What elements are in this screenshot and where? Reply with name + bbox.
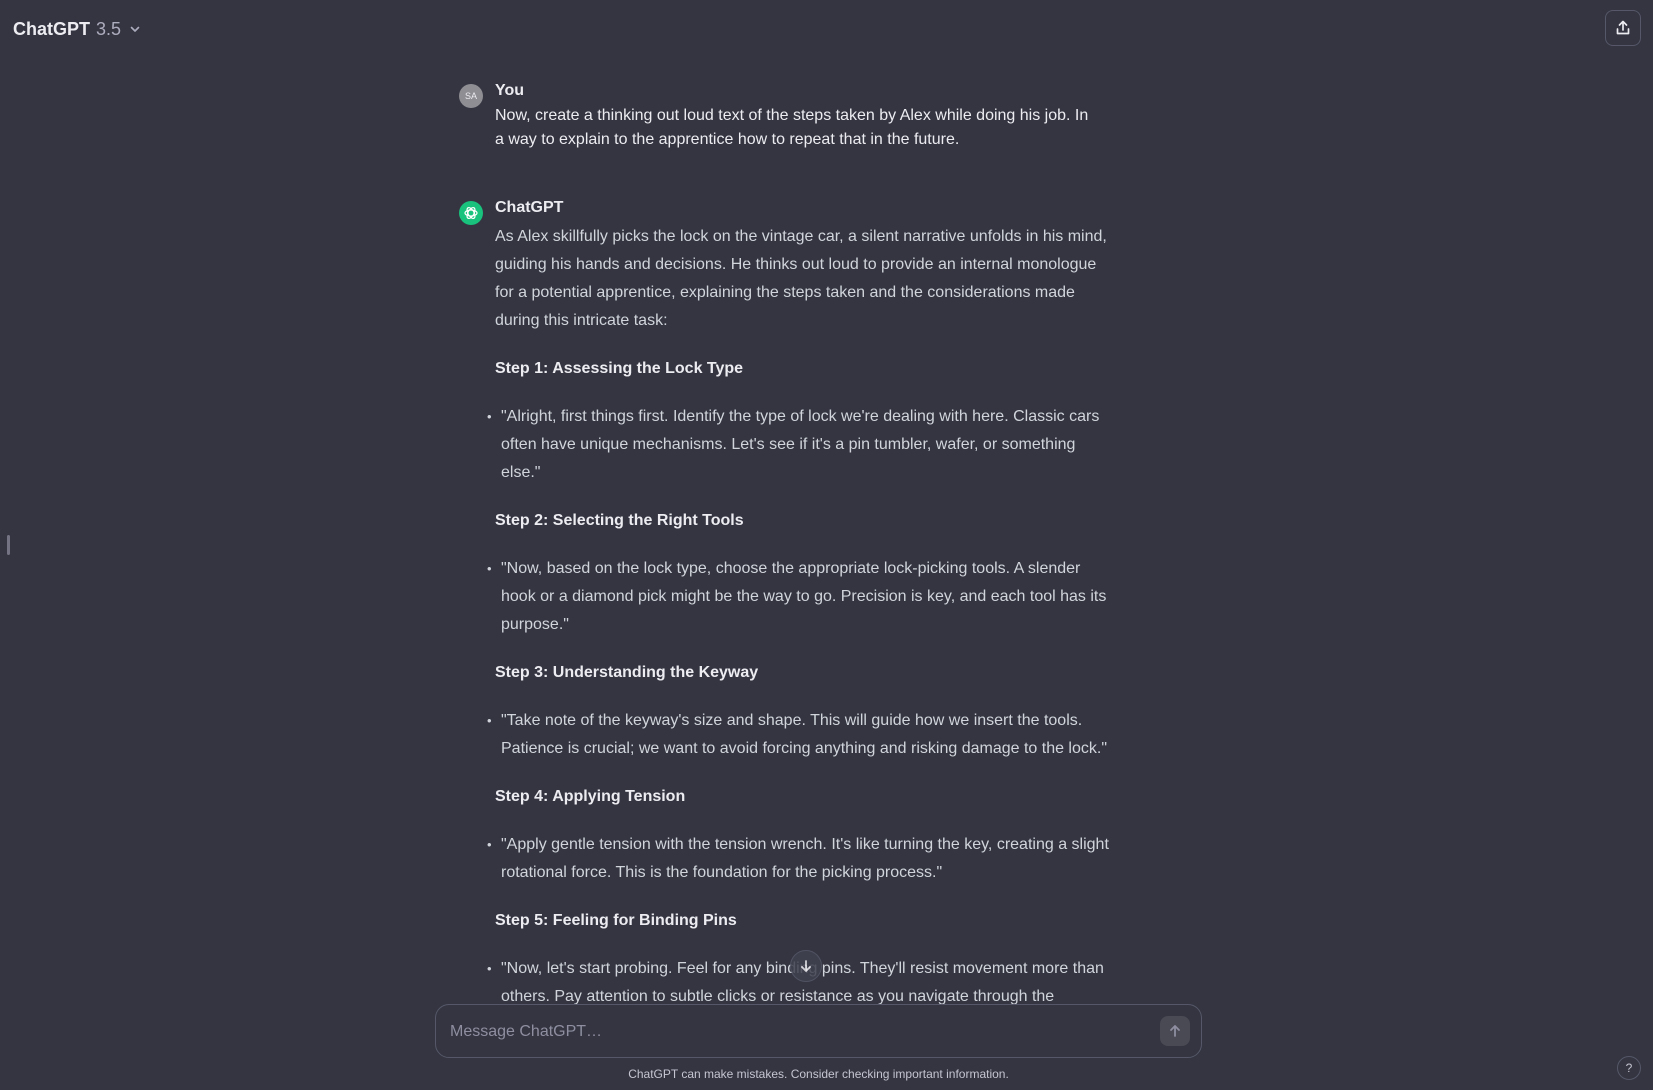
step-bullet: "Alright, first things first. Identify t… (487, 403, 1110, 487)
arrow-up-icon (1170, 1025, 1180, 1037)
assistant-author-label: ChatGPT (495, 199, 564, 216)
assistant-message-body: As Alex skillfully picks the lock on the… (487, 223, 1110, 1004)
step-bullets: "Take note of the keyway's size and shap… (487, 707, 1110, 763)
step-heading: Step 5: Feeling for Binding Pins (495, 912, 737, 929)
help-button[interactable]: ? (1617, 1056, 1641, 1080)
disclaimer-text: ChatGPT can make mistakes. Consider chec… (628, 1067, 1009, 1081)
message-input[interactable] (450, 1018, 1130, 1046)
step-bullets: "Alright, first things first. Identify t… (487, 403, 1110, 487)
share-button[interactable] (1605, 10, 1641, 46)
step-bullets: "Apply gentle tension with the tension w… (487, 831, 1110, 887)
share-icon (1616, 20, 1630, 35)
chatgpt-logo-icon (459, 201, 483, 225)
assistant-intro: As Alex skillfully picks the lock on the… (495, 228, 1107, 329)
user-message-text: Now, create a thinking out loud text of … (495, 107, 1089, 148)
step-bullet: "Take note of the keyway's size and shap… (487, 707, 1110, 763)
step-bullets: "Now, based on the lock type, choose the… (487, 555, 1110, 639)
message-composer (435, 1004, 1202, 1058)
chevron-down-icon (130, 26, 140, 32)
model-version: 3.5 (96, 18, 122, 39)
user-avatar: SA (459, 84, 483, 108)
step-heading: Step 4: Applying Tension (495, 788, 686, 805)
arrow-down-icon (801, 960, 811, 972)
user-author-label: You (495, 82, 525, 99)
send-button[interactable] (1160, 1016, 1190, 1046)
step-bullet: "Apply gentle tension with the tension w… (487, 831, 1110, 887)
step-heading: Step 3: Understanding the Keyway (495, 664, 759, 681)
model-name: ChatGPT (13, 18, 91, 39)
step-heading: Step 1: Assessing the Lock Type (495, 360, 744, 377)
step-bullet: "Now, based on the lock type, choose the… (487, 555, 1110, 639)
conversation-area[interactable]: SA You Now, create a thinking out loud t… (0, 58, 1653, 1004)
top-bar: ChatGPT 3.5 (0, 0, 1653, 58)
model-selector[interactable]: ChatGPT 3.5 (13, 17, 141, 41)
scroll-to-bottom-button[interactable] (790, 950, 822, 982)
step-heading: Step 2: Selecting the Right Tools (495, 512, 744, 529)
